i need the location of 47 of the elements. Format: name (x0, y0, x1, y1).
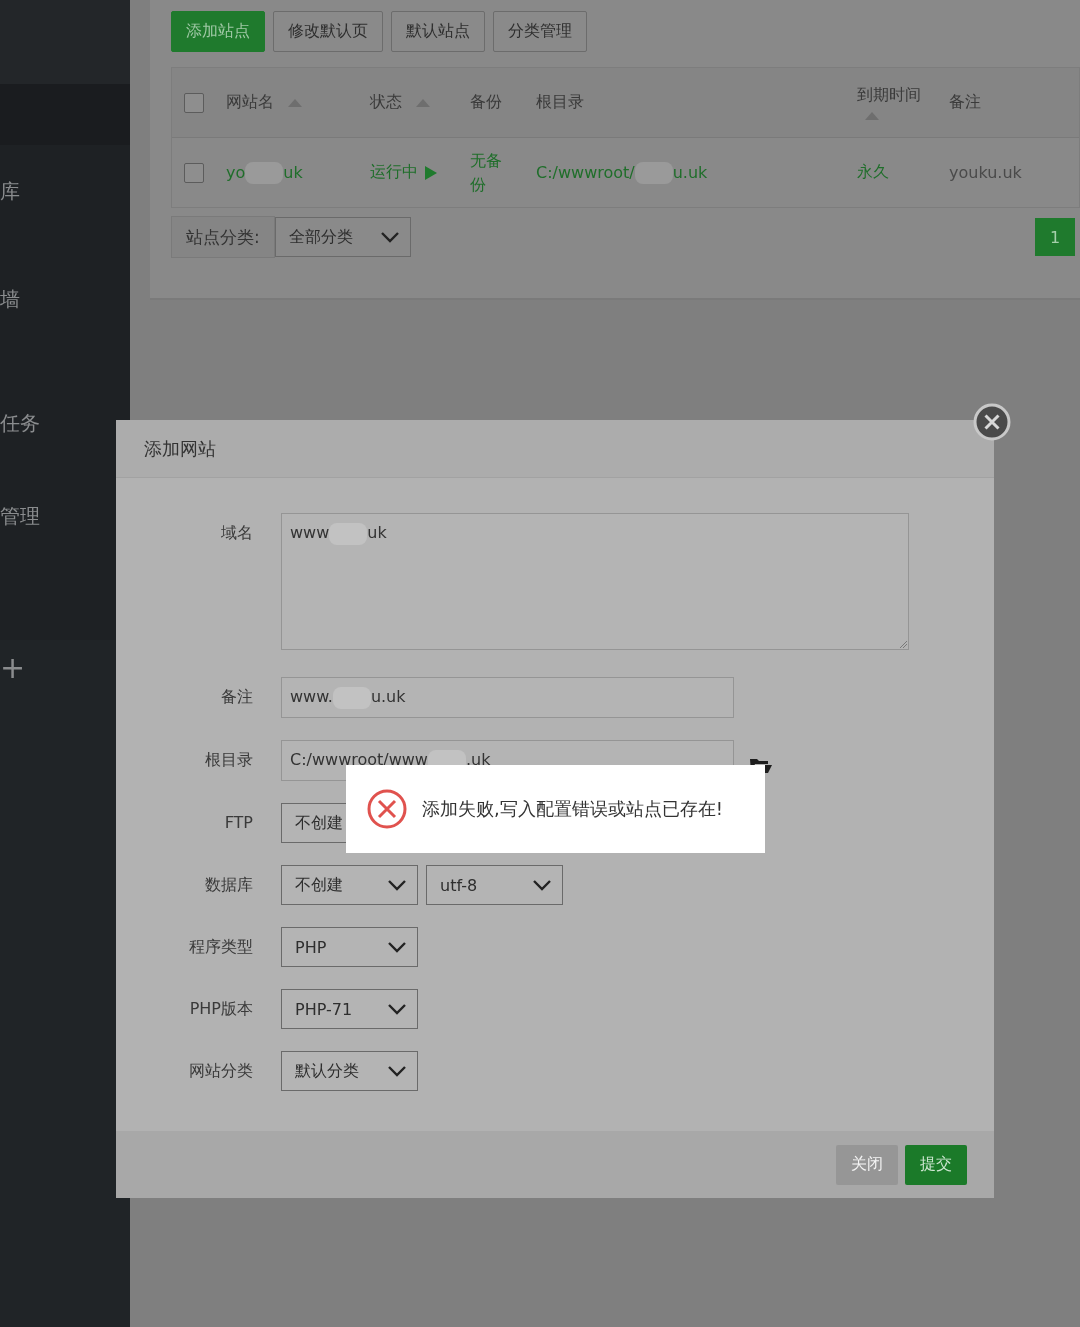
column-header[interactable]: 状态 (370, 92, 430, 113)
toolbar-button[interactable]: 修改默认页 (273, 11, 383, 52)
field-label: 网站分类 (188, 1060, 253, 1082)
error-message: 添加失败,写入配置错误或站点已存在! (422, 797, 723, 821)
column-header[interactable]: 根目录 (536, 92, 584, 113)
sidebar-item[interactable]: 墙 (0, 237, 130, 361)
note-text: youku.uk (949, 163, 1022, 182)
input-field[interactable]: www. u.uk (281, 677, 734, 718)
submit-button[interactable]: 提交 (905, 1144, 967, 1185)
error-icon (366, 788, 408, 830)
domain-textarea[interactable]: www uk (281, 513, 909, 650)
field-label: 程序类型 (188, 936, 253, 958)
category-label: 站点分类: (171, 216, 275, 258)
column-header[interactable]: 到期时间 (857, 85, 921, 120)
chevron-down-icon (387, 1003, 407, 1015)
play-icon (425, 165, 437, 180)
close-button[interactable]: 关闭 (836, 1144, 898, 1185)
row-checkbox[interactable] (184, 162, 204, 183)
select-field[interactable]: PHP (281, 927, 418, 967)
select-field[interactable]: PHP-71 (281, 989, 418, 1029)
category-select[interactable]: 全部分类 (274, 217, 411, 257)
page-button[interactable]: 1 (1035, 218, 1075, 256)
select-field[interactable]: 不创建 (281, 865, 418, 905)
chevron-down-icon (387, 941, 407, 953)
toolbar-button[interactable]: 分类管理 (493, 11, 587, 52)
sidebar-item[interactable]: 库 (0, 145, 130, 237)
field-label: 数据库 (204, 874, 253, 896)
select-field[interactable]: utf-8 (426, 865, 563, 905)
toolbar-button[interactable]: 添加站点 (171, 11, 265, 52)
field-label: FTP (223, 812, 253, 834)
field-label: 备注 (220, 686, 253, 708)
close-icon[interactable] (973, 403, 1011, 441)
resize-handle-icon[interactable] (900, 641, 907, 648)
dialog-title: 添加网站 (116, 420, 994, 478)
column-header[interactable]: 备份 (470, 92, 502, 113)
column-header[interactable]: 网站名 (226, 92, 302, 113)
field-label: PHP版本 (188, 998, 253, 1020)
select-all-checkbox[interactable] (184, 92, 204, 113)
chevron-down-icon (387, 1065, 407, 1077)
chevron-down-icon (532, 879, 552, 891)
column-header[interactable]: 备注 (949, 92, 981, 113)
field-label: 域名 (220, 522, 253, 544)
chevron-down-icon (387, 879, 407, 891)
field-label: 根目录 (204, 749, 253, 771)
select-field[interactable]: 默认分类 (281, 1051, 418, 1091)
chevron-down-icon (379, 231, 400, 243)
toolbar-button[interactable]: 默认站点 (391, 11, 485, 52)
